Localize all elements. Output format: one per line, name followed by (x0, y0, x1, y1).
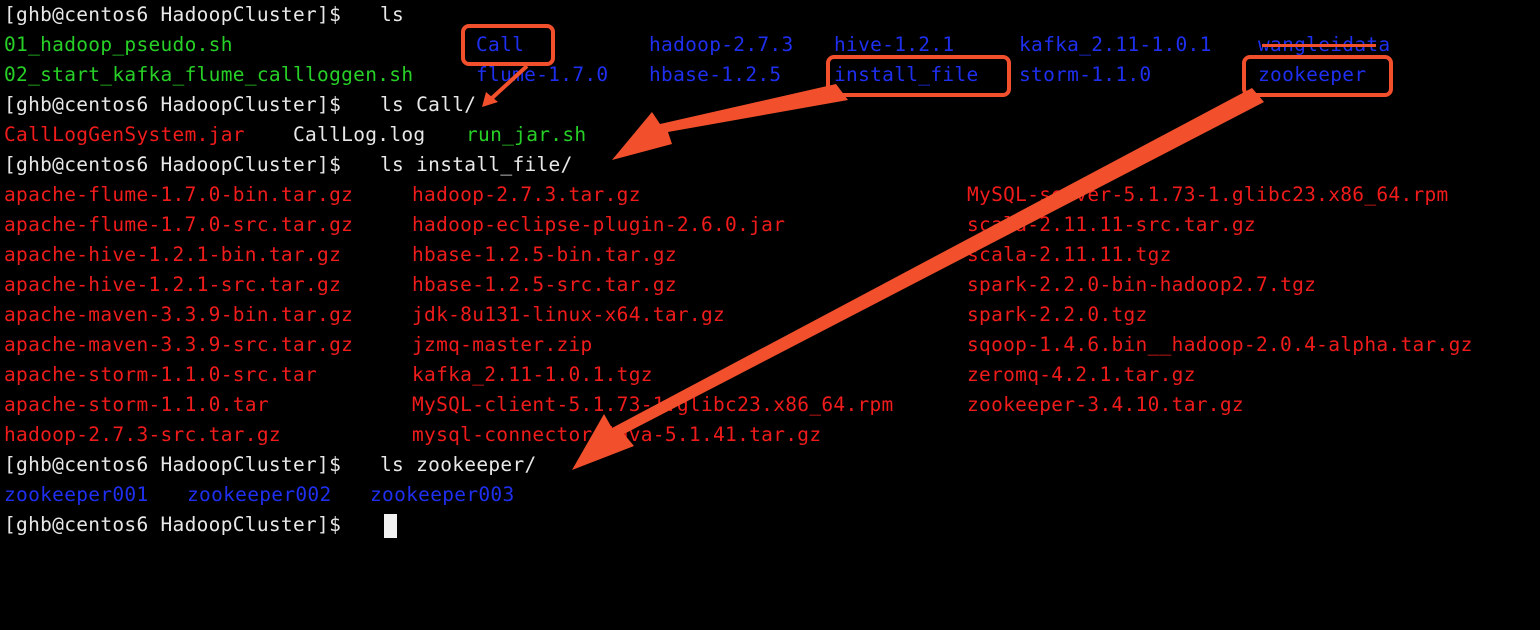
ls-output-row: hadoop-2.7.3-src.tar.gz mysql-connector-… (4, 420, 821, 450)
ls-output-row: apache-flume-1.7.0-bin.tar.gz hadoop-2.7… (4, 180, 1448, 210)
terminal-window[interactable]: [ghb@centos6 HadoopCluster]$ ls 01_hadoo… (0, 0, 1540, 550)
dir-entry: kafka_2.11-1.0.1 (1019, 33, 1212, 56)
strikethrough-mark (1262, 44, 1376, 47)
file-entry: apache-flume-1.7.0-bin.tar.gz (4, 183, 354, 206)
highlight-box-zookeeper (1242, 55, 1393, 97)
shell-prompt: [ghb@centos6 HadoopCluster]$ (4, 3, 354, 26)
ls-output-row: 01_hadoop_pseudo.sh Call hadoop-2.7.3 hi… (4, 30, 1390, 60)
ls-output-row: apache-storm-1.1.0.tar MySQL-client-5.1.… (4, 390, 1244, 420)
file-entry: zeromq-4.2.1.tar.gz (967, 363, 1196, 386)
shell-prompt: [ghb@centos6 HadoopCluster]$ (4, 153, 354, 176)
file-entry: apache-hive-1.2.1-src.tar.gz (4, 273, 342, 296)
shell-command: ls zookeeper/ (380, 453, 537, 476)
file-entry: jdk-8u131-linux-x64.tar.gz (412, 303, 726, 326)
file-entry: CallLogGenSystem.jar (4, 123, 245, 146)
dir-entry: zookeeper002 (187, 483, 332, 506)
file-entry: spark-2.2.0-bin-hadoop2.7.tgz (967, 273, 1317, 296)
text-cursor[interactable] (384, 514, 397, 538)
file-entry: scala-2.11.11-src.tar.gz (967, 213, 1256, 236)
dir-entry: zookeeper003 (370, 483, 515, 506)
file-entry: hadoop-2.7.3.tar.gz (412, 183, 641, 206)
file-entry: apache-storm-1.1.0-src.tar (4, 363, 318, 386)
file-entry: kafka_2.11-1.0.1.tgz (412, 363, 653, 386)
highlight-box-call (461, 24, 555, 66)
file-entry: run_jar.sh (466, 123, 587, 146)
shell-command: ls (380, 3, 405, 26)
file-entry: 01_hadoop_pseudo.sh (4, 33, 233, 56)
ls-output-row: apache-hive-1.2.1-bin.tar.gz hbase-1.2.5… (4, 240, 1171, 270)
dir-entry: storm-1.1.0 (1019, 63, 1152, 86)
file-entry: spark-2.2.0.tgz (967, 303, 1148, 326)
file-entry: apache-maven-3.3.9-bin.tar.gz (4, 303, 354, 326)
arrow-install-file (612, 84, 848, 160)
shell-prompt: [ghb@centos6 HadoopCluster]$ (4, 513, 354, 536)
ls-output-row: apache-maven-3.3.9-bin.tar.gz jdk-8u131-… (4, 300, 1147, 330)
shell-command: ls install_file/ (380, 153, 573, 176)
ls-output-row: apache-maven-3.3.9-src.tar.gz jzmq-maste… (4, 330, 1472, 360)
file-entry: mysql-connector-java-5.1.41.tar.gz (412, 423, 822, 446)
shell-prompt: [ghb@centos6 HadoopCluster]$ (4, 453, 354, 476)
dir-entry: hbase-1.2.5 (649, 63, 782, 86)
prompt-line: [ghb@centos6 HadoopCluster]$ ls (4, 0, 404, 30)
ls-output-row: zookeeper001 zookeeper002 zookeeper003 (4, 480, 514, 510)
ls-output-row: 02_start_kafka_flume_callloggen.sh flume… (4, 60, 1366, 90)
prompt-line: [ghb@centos6 HadoopCluster]$ ls zookeepe… (4, 450, 536, 480)
highlight-box-install-file (826, 55, 1011, 97)
arrow-call-head (482, 92, 498, 107)
file-entry: scala-2.11.11.tgz (967, 243, 1172, 266)
ls-output-row: apache-hive-1.2.1-src.tar.gz hbase-1.2.5… (4, 270, 1316, 300)
file-entry: CallLog.log (293, 123, 426, 146)
ls-output-row: apache-flume-1.7.0-src.tar.gz hadoop-ecl… (4, 210, 1256, 240)
ls-output-row: apache-storm-1.1.0-src.tar kafka_2.11-1.… (4, 360, 1195, 390)
dir-entry: zookeeper001 (4, 483, 149, 506)
file-entry: hadoop-2.7.3-src.tar.gz (4, 423, 281, 446)
file-entry: jzmq-master.zip (412, 333, 593, 356)
file-entry: hbase-1.2.5-bin.tar.gz (412, 243, 677, 266)
file-entry: sqoop-1.4.6.bin__hadoop-2.0.4-alpha.tar.… (967, 333, 1473, 356)
file-entry: hadoop-eclipse-plugin-2.6.0.jar (412, 213, 786, 236)
prompt-line: [ghb@centos6 HadoopCluster]$ ls Call/ (4, 90, 476, 120)
prompt-line: [ghb@centos6 HadoopCluster]$ ls install_… (4, 150, 572, 180)
file-entry: zookeeper-3.4.10.tar.gz (967, 393, 1244, 416)
dir-entry: hadoop-2.7.3 (649, 33, 794, 56)
ls-output-row: CallLogGenSystem.jar CallLog.log run_jar… (4, 120, 586, 150)
file-entry: hbase-1.2.5-src.tar.gz (412, 273, 677, 296)
active-prompt-line[interactable]: [ghb@centos6 HadoopCluster]$ (4, 510, 397, 540)
file-entry: apache-storm-1.1.0.tar (4, 393, 269, 416)
file-entry: MySQL-client-5.1.73-1.glibc23.x86_64.rpm (412, 393, 894, 416)
file-entry: MySQL-server-5.1.73-1.glibc23.x86_64.rpm (967, 183, 1449, 206)
file-entry: apache-flume-1.7.0-src.tar.gz (4, 213, 354, 236)
file-entry: apache-maven-3.3.9-src.tar.gz (4, 333, 354, 356)
shell-command: ls Call/ (380, 93, 477, 116)
shell-prompt: [ghb@centos6 HadoopCluster]$ (4, 93, 354, 116)
file-entry: 02_start_kafka_flume_callloggen.sh (4, 63, 414, 86)
file-entry: apache-hive-1.2.1-bin.tar.gz (4, 243, 342, 266)
